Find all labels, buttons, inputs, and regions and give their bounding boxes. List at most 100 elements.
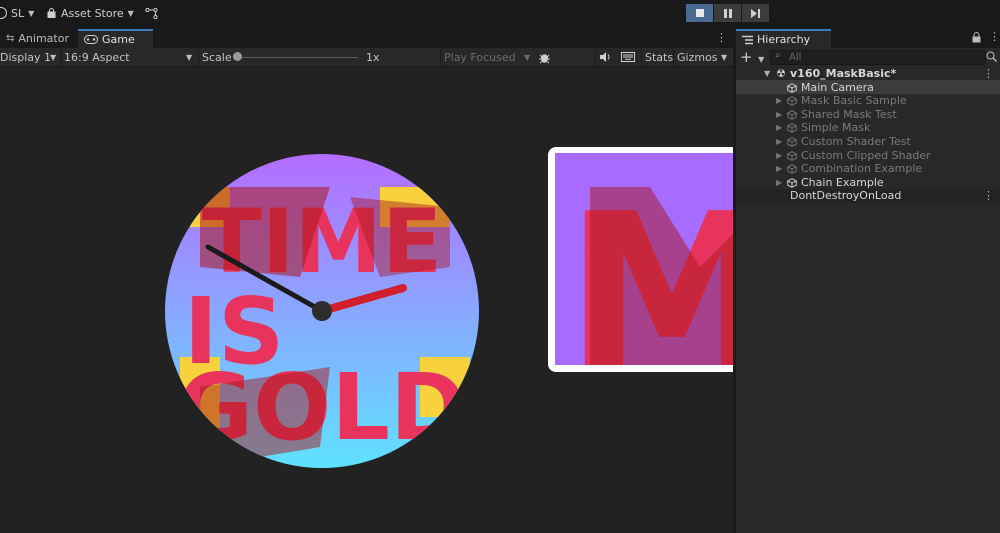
dont-destroy-label: DontDestroyOnLoad bbox=[790, 189, 902, 202]
scene-name: v160_MaskBasic* bbox=[790, 67, 897, 80]
divider bbox=[198, 49, 199, 65]
asset-store-dropdown[interactable]: Asset Store ▼ bbox=[46, 5, 134, 21]
hierarchy-item-label: Custom Clipped Shader bbox=[801, 148, 931, 162]
expand-arrow-icon[interactable]: ▶ bbox=[776, 176, 782, 190]
hierarchy-item-label: Main Camera bbox=[801, 80, 874, 94]
account-dropdown[interactable]: SL ▼ bbox=[0, 5, 34, 21]
game-render: TIME IS GOLD M bbox=[165, 147, 733, 468]
hierarchy-item-label: Shared Mask Test bbox=[801, 107, 897, 121]
aspect-dropdown[interactable]: 16:9 Aspect ▼ bbox=[64, 48, 196, 66]
hierarchy-item[interactable]: ▶ Custom Shader Test bbox=[736, 135, 1000, 149]
play-mode-label: Play Focused bbox=[444, 50, 516, 64]
hierarchy-item[interactable]: ▶ Custom Clipped Shader bbox=[736, 149, 1000, 163]
expand-arrow-icon[interactable]: ▶ bbox=[776, 162, 782, 176]
gameobject-cube-icon bbox=[787, 150, 797, 161]
expand-arrow-icon[interactable]: ▶ bbox=[776, 94, 782, 108]
gameobject-cube-icon bbox=[787, 137, 797, 147]
display-dropdown[interactable]: Display 1 ▼ bbox=[0, 48, 60, 66]
account-icon bbox=[0, 7, 7, 19]
gizmos-button[interactable]: Gizmos bbox=[677, 48, 718, 66]
tab-label: Game bbox=[102, 33, 135, 46]
scale-slider-handle[interactable] bbox=[233, 52, 242, 61]
account-label: SL bbox=[11, 6, 25, 20]
game-view[interactable]: TIME IS GOLD M bbox=[0, 67, 733, 533]
list-icon bbox=[742, 35, 753, 44]
divider bbox=[641, 49, 642, 65]
divider bbox=[673, 49, 674, 65]
gamepad-icon bbox=[84, 35, 98, 44]
divider bbox=[595, 49, 596, 65]
hierarchy-more-icon[interactable]: ⋮ bbox=[989, 30, 1000, 43]
hierarchy-item-label: Chain Example bbox=[801, 175, 884, 189]
display-label: Display 1 bbox=[0, 50, 52, 64]
step-button[interactable] bbox=[742, 4, 769, 22]
hierarchy-item[interactable]: ▶ Mask Basic Sample bbox=[736, 94, 1000, 108]
search-options-icon[interactable] bbox=[986, 51, 998, 65]
tab-animator[interactable]: ⇆ Animator bbox=[0, 29, 78, 48]
expand-arrow-icon[interactable]: ▶ bbox=[776, 135, 782, 149]
chevron-down-icon: ▼ bbox=[758, 55, 765, 64]
search-icon: ⌕ bbox=[775, 50, 781, 61]
hierarchy-item[interactable]: ▶ Combination Example bbox=[736, 162, 1000, 176]
stop-icon bbox=[695, 9, 704, 17]
gameobject-cube-icon bbox=[787, 109, 797, 120]
expand-arrow-icon[interactable]: ▶ bbox=[776, 121, 782, 135]
gameobject-cube-icon bbox=[787, 82, 797, 93]
aspect-label: 16:9 Aspect bbox=[64, 50, 130, 64]
divider bbox=[61, 49, 62, 65]
lock-icon[interactable] bbox=[972, 32, 981, 46]
animator-icon: ⇆ bbox=[6, 33, 15, 44]
bug-icon[interactable] bbox=[538, 48, 551, 66]
search-field[interactable]: ⌕ All bbox=[770, 50, 986, 65]
chevron-down-icon: ▼ bbox=[50, 52, 57, 62]
speaker-icon[interactable] bbox=[600, 48, 612, 66]
plus-icon: + bbox=[740, 48, 753, 66]
clock-center bbox=[312, 301, 332, 321]
asset-store-label: Asset Store bbox=[61, 6, 124, 20]
chevron-down-icon: ▼ bbox=[524, 52, 531, 62]
hierarchy-item-label: Custom Shader Test bbox=[801, 134, 911, 148]
play-mode-dropdown[interactable]: Play Focused ▼ bbox=[444, 48, 534, 66]
scale-label: Scale bbox=[202, 50, 232, 64]
tab-label: Animator bbox=[18, 32, 69, 45]
scene-row[interactable]: ▼ ☢ v160_MaskBasic* ⋮ bbox=[736, 67, 1000, 81]
scene-more-icon[interactable]: ⋮ bbox=[983, 67, 994, 81]
scale-slider[interactable] bbox=[236, 57, 358, 58]
tab-hierarchy[interactable]: Hierarchy bbox=[736, 29, 831, 48]
chevron-down-icon: ▼ bbox=[28, 8, 35, 18]
hierarchy-item-label: Simple Mask bbox=[801, 121, 871, 135]
gameobject-cube-icon bbox=[787, 177, 797, 188]
chevron-down-icon: ▼ bbox=[186, 52, 193, 62]
hierarchy-item-label: Mask Basic Sample bbox=[801, 94, 907, 108]
branch-icon bbox=[145, 7, 158, 19]
divider bbox=[440, 49, 441, 65]
expand-arrow-icon[interactable]: ▶ bbox=[776, 149, 782, 163]
tab-game[interactable]: Game bbox=[78, 29, 153, 48]
hierarchy-item[interactable]: ▶ Shared Mask Test bbox=[736, 108, 1000, 122]
chevron-down-icon[interactable]: ▼ bbox=[721, 48, 727, 66]
version-control-button[interactable] bbox=[145, 5, 158, 21]
hierarchy-item[interactable]: ▶ Simple Mask bbox=[736, 121, 1000, 135]
tab-label: Hierarchy bbox=[757, 33, 811, 46]
scene-icon: ☢ bbox=[776, 67, 786, 80]
hierarchy-item[interactable]: ▶ Chain Example bbox=[736, 176, 1000, 190]
hierarchy-item-label: Combination Example bbox=[801, 162, 923, 176]
stats-button[interactable]: Stats bbox=[645, 48, 673, 66]
keyboard-icon[interactable] bbox=[621, 48, 635, 66]
main-toolbar: SL ▼ Asset Store ▼ bbox=[0, 0, 1000, 26]
pause-icon bbox=[723, 8, 732, 18]
search-placeholder: All bbox=[789, 52, 802, 63]
hierarchy-item[interactable]: Main Camera bbox=[736, 81, 1000, 95]
dont-destroy-more-icon[interactable]: ⋮ bbox=[983, 189, 994, 203]
play-button[interactable] bbox=[686, 4, 713, 22]
add-button[interactable]: + ▼ bbox=[740, 50, 764, 65]
shopping-bag-icon bbox=[47, 7, 56, 18]
collapse-arrow-icon[interactable]: ▼ bbox=[764, 67, 770, 81]
dont-destroy-row[interactable]: DontDestroyOnLoad ⋮ bbox=[736, 189, 1000, 203]
expand-arrow-icon[interactable]: ▶ bbox=[776, 108, 782, 122]
gameobject-cube-icon bbox=[787, 123, 797, 134]
game-more-icon[interactable]: ⋮ bbox=[716, 31, 727, 44]
clock-mask: TIME IS GOLD bbox=[165, 154, 479, 468]
pause-button[interactable] bbox=[714, 4, 741, 22]
step-icon bbox=[750, 8, 760, 18]
